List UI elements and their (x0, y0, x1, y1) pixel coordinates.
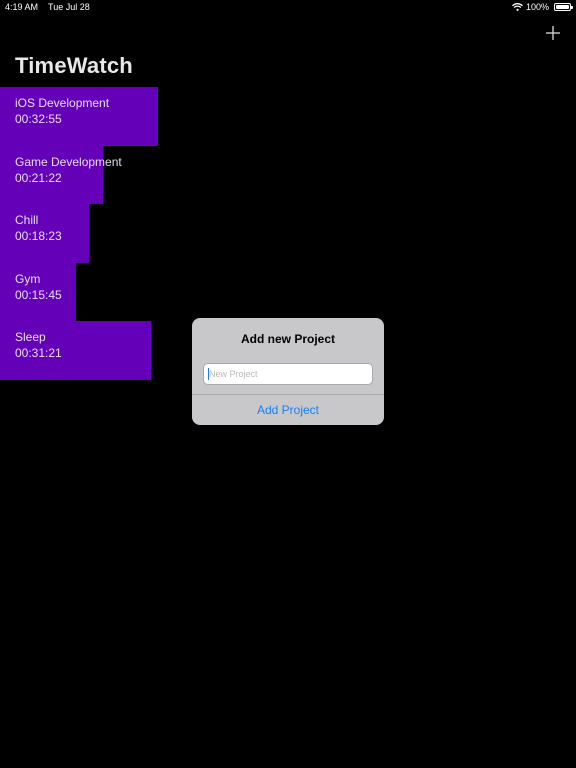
status-right: 100% (512, 2, 573, 12)
battery-percentage: 100% (525, 2, 549, 12)
add-project-confirm-button[interactable]: Add Project (192, 395, 384, 425)
project-name: Game Development (15, 154, 122, 169)
alert-title: Add new Project (240, 332, 335, 346)
project-label: Game Development 00:21:22 (15, 154, 122, 186)
new-project-input[interactable] (203, 363, 373, 385)
wifi-icon (512, 3, 523, 11)
status-left: 4:19 AM Tue Jul 28 (5, 2, 90, 12)
project-time: 00:15:45 (15, 287, 62, 302)
project-name: Chill (15, 213, 39, 228)
text-caret (208, 368, 209, 380)
battery-icon (554, 3, 573, 11)
project-row[interactable]: Game Development 00:21:22 (0, 145, 576, 205)
project-row[interactable]: Gym 00:15:45 (0, 262, 576, 322)
project-label: Chill 00:18:23 (15, 212, 62, 244)
project-row[interactable]: iOS Development 00:32:55 (0, 87, 576, 146)
status-time: 4:19 AM (5, 2, 39, 12)
project-label: Sleep 00:31:21 (15, 329, 62, 361)
project-time: 00:32:55 (15, 112, 62, 126)
plus-icon (546, 26, 560, 40)
project-time: 00:18:23 (15, 229, 62, 244)
battery-nub (571, 6, 573, 9)
battery-fill (556, 5, 569, 9)
project-name: iOS Development (15, 96, 110, 110)
project-name: Sleep (15, 330, 46, 345)
project-label: Gym 00:15:45 (15, 271, 62, 303)
app-screen: 4:19 AM Tue Jul 28 100% TimeWatch iOS De… (0, 0, 576, 768)
project-time: 00:21:22 (15, 170, 62, 185)
add-project-button[interactable] (544, 24, 562, 42)
project-name: Gym (15, 271, 41, 286)
page-title: TimeWatch (15, 53, 133, 78)
status-date: Tue Jul 28 (48, 2, 90, 12)
add-project-alert: Add new Project Add Project (192, 318, 384, 425)
project-row[interactable]: Chill 00:18:23 (0, 204, 576, 263)
status-bar: 4:19 AM Tue Jul 28 100% (0, 0, 576, 14)
project-label: iOS Development 00:32:55 (15, 95, 109, 127)
project-time: 00:31:21 (15, 346, 62, 361)
